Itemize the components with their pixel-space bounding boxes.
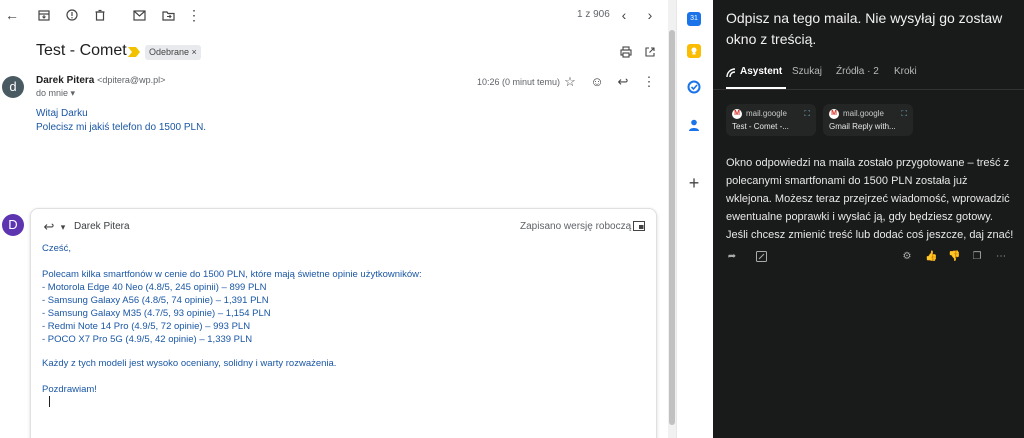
message-more-icon[interactable]: ⋮	[642, 75, 656, 89]
reply-body-line[interactable]: - Redmi Note 14 Pro (4.9/5, 72 opinie) –…	[42, 321, 250, 332]
keep-icon[interactable]	[687, 44, 701, 58]
settings-icon[interactable]: ⚙	[901, 251, 913, 263]
open-new-window-icon[interactable]	[643, 46, 657, 60]
emoji-react-icon[interactable]: ☺	[590, 75, 604, 89]
assistant-icon	[726, 68, 736, 78]
user-prompt: Odpisz na tego maila. Nie wysyłaj go zos…	[726, 10, 1003, 47]
star-icon[interactable]: ☆	[563, 75, 577, 89]
share-icon[interactable]: ➦	[726, 251, 738, 263]
reply-body-line[interactable]: Cześć,	[42, 243, 71, 254]
move-to-icon[interactable]	[160, 7, 176, 23]
source-card[interactable]: M mail.google ⛶ Gmail Reply with...	[823, 104, 913, 136]
toolbar: ← ⋮ 1 z 906 ‹ ›	[0, 0, 668, 30]
print-icon[interactable]	[619, 46, 633, 60]
calendar-icon[interactable]: 31	[687, 12, 701, 26]
more-actions-icon[interactable]: ⋯	[995, 251, 1007, 263]
archive-icon[interactable]	[36, 7, 52, 23]
sender-email: <dpitera@wp.pl>	[97, 75, 166, 85]
source-site: mail.google	[843, 109, 884, 118]
reply-body-line[interactable]: - POCO X7 Pro 5G (4.9/5, 42 opinie) – 1,…	[42, 334, 252, 345]
contacts-icon[interactable]	[687, 118, 701, 132]
reply-recipient[interactable]: Darek Pitera	[74, 221, 130, 232]
gmail-pane: ← ⋮ 1 z 906 ‹ › Test - Comet Odebrane ×	[0, 0, 668, 438]
copy-icon[interactable]: ❐	[971, 251, 983, 263]
email-subject: Test - Comet	[36, 42, 127, 59]
thumbs-up-icon[interactable]: 👍	[925, 251, 937, 263]
source-site: mail.google	[746, 109, 787, 118]
sender-name[interactable]: Darek Pitera	[36, 75, 94, 86]
tab-sources[interactable]: Źródła · 2	[836, 66, 879, 77]
tab-search[interactable]: Szukaj	[792, 66, 822, 77]
side-panel-strip	[676, 0, 713, 438]
back-icon[interactable]: ←	[4, 7, 20, 23]
edit-icon[interactable]	[755, 251, 767, 263]
reply-body-line[interactable]: - Motorola Edge 40 Neo (4.8/5, 245 opini…	[42, 282, 266, 293]
draft-status: Zapisano wersję roboczą	[520, 221, 632, 232]
mark-unread-icon[interactable]	[131, 7, 147, 23]
scan-icon: ⛶	[804, 109, 810, 118]
prev-icon[interactable]: ‹	[616, 7, 632, 23]
scan-icon: ⛶	[901, 109, 907, 118]
tab-steps[interactable]: Kroki	[894, 66, 917, 77]
message-body-line: Polecisz mi jakiś telefon do 1500 PLN.	[36, 122, 207, 133]
next-icon[interactable]: ›	[642, 7, 658, 23]
sender-line: Darek Pitera <dpitera@wp.pl>	[36, 75, 165, 86]
inbox-label-chip[interactable]: Odebrane ×	[145, 45, 201, 60]
more-icon[interactable]: ⋮	[186, 7, 202, 23]
source-title: Gmail Reply with...	[829, 122, 896, 131]
tasks-icon[interactable]	[687, 80, 701, 94]
reply-type-dropdown-icon[interactable]: ▾	[56, 220, 70, 234]
reply-body-line[interactable]: - Samsung Galaxy A56 (4.8/5, 74 opinie) …	[42, 295, 269, 306]
assistant-answer: Okno odpowiedzi na maila zostało przygot…	[726, 157, 1014, 241]
report-spam-icon[interactable]	[64, 7, 80, 23]
reply-body-line[interactable]: Każdy z tych modeli jest wysoko oceniany…	[42, 358, 336, 369]
gmail-favicon-icon: M	[732, 109, 742, 119]
scrollbar-thumb[interactable]	[669, 30, 675, 425]
message-body-line: Witaj Darku	[36, 108, 88, 119]
delete-icon[interactable]	[92, 7, 108, 23]
add-icon[interactable]: +	[687, 174, 701, 192]
source-card[interactable]: M mail.google ⛶ Test - Comet -...	[726, 104, 816, 136]
reply-icon[interactable]: ↩	[616, 75, 630, 89]
gmail-favicon-icon: M	[829, 109, 839, 119]
sender-avatar[interactable]: d	[2, 76, 24, 98]
important-marker-icon[interactable]	[128, 47, 140, 57]
recipient-details-toggle[interactable]: do mnie ▾	[36, 88, 75, 99]
thumbs-down-icon[interactable]: 👎	[948, 251, 960, 263]
text-cursor	[49, 396, 50, 407]
message-time: 10:26 (0 minut temu)	[477, 77, 561, 87]
reply-body-line[interactable]: Pozdrawiam!	[42, 384, 97, 395]
tab-assistant[interactable]: Asystent	[740, 66, 782, 77]
tabs-divider	[713, 89, 1024, 90]
reply-body-line[interactable]: - Samsung Galaxy M35 (4.7/5, 93 opinie) …	[42, 308, 271, 319]
reply-avatar: D	[2, 214, 24, 236]
reply-type-icon[interactable]: ↩	[42, 220, 56, 234]
source-title: Test - Comet -...	[732, 122, 789, 131]
reply-body-line[interactable]: Polecam kilka smartfonów w cenie do 1500…	[42, 269, 422, 280]
pop-out-reply-icon[interactable]	[632, 220, 646, 234]
pager-count: 1 z 906	[577, 9, 610, 20]
